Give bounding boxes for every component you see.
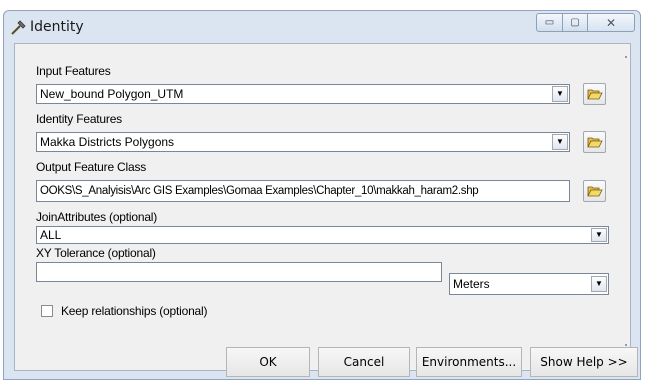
identity-features-value: Makka Districts Polygons: [40, 135, 175, 149]
ok-button-label: OK: [259, 355, 277, 369]
maximize-button[interactable]: ▢: [562, 13, 588, 32]
show-help-button-label: Show Help >>: [540, 355, 628, 369]
input-features-label: Input Features: [36, 64, 111, 78]
environments-button[interactable]: Environments...: [416, 347, 522, 377]
output-feature-class-label: Output Feature Class: [36, 160, 147, 174]
xy-tolerance-unit-value: Meters: [453, 277, 490, 291]
open-folder-icon: [586, 137, 603, 148]
input-features-combo[interactable]: New_bound Polygon_UTM ▼: [36, 84, 570, 104]
maximize-icon: ▢: [570, 17, 580, 28]
open-folder-icon: [586, 89, 603, 100]
chevron-down-icon[interactable]: ▼: [591, 228, 607, 242]
xy-tolerance-label: XY Tolerance (optional): [36, 246, 156, 260]
cancel-button[interactable]: Cancel: [318, 347, 410, 377]
close-icon: ✕: [605, 15, 617, 30]
open-folder-icon: [586, 186, 603, 197]
join-attributes-combo[interactable]: ALL ▼: [36, 226, 609, 244]
output-feature-class-input[interactable]: OOKS\S_Analyisis\Arc GIS Examples\Gomaa …: [36, 180, 570, 202]
output-feature-class-browse-button[interactable]: [583, 180, 606, 202]
close-button[interactable]: ✕: [587, 13, 635, 32]
xy-tolerance-input[interactable]: [36, 262, 442, 282]
input-features-value: New_bound Polygon_UTM: [40, 87, 184, 101]
identity-features-combo[interactable]: Makka Districts Polygons ▼: [36, 132, 570, 152]
title-bar[interactable]: Identity ▭ ▢ ✕: [4, 11, 640, 43]
keep-relationships-label: Keep relationships (optional): [61, 304, 208, 318]
hammer-icon: [10, 20, 28, 36]
chevron-down-icon[interactable]: ▼: [591, 276, 607, 292]
identity-dialog: Identity ▭ ▢ ✕ Input Features New_bound …: [3, 10, 641, 380]
join-attributes-value: ALL: [40, 228, 62, 242]
identity-features-label: Identity Features: [36, 112, 122, 126]
window-title: Identity: [30, 19, 84, 35]
scroll-up-marker: [625, 56, 627, 58]
minimize-icon: ▭: [544, 17, 555, 28]
scroll-down-marker: [625, 344, 627, 346]
parameters-panel: Input Features New_bound Polygon_UTM ▼ I…: [14, 43, 631, 371]
identity-features-browse-button[interactable]: [583, 131, 606, 153]
output-feature-class-value: OOKS\S_Analyisis\Arc GIS Examples\Gomaa …: [40, 185, 479, 197]
ok-button[interactable]: OK: [226, 347, 310, 377]
input-features-browse-button[interactable]: [583, 83, 606, 105]
join-attributes-label: JoinAttributes (optional): [36, 210, 158, 224]
minimize-button[interactable]: ▭: [536, 13, 563, 32]
show-help-button[interactable]: Show Help >>: [530, 347, 638, 377]
keep-relationships-checkbox[interactable]: [41, 305, 53, 317]
chevron-down-icon[interactable]: ▼: [552, 86, 568, 102]
chevron-down-icon[interactable]: ▼: [552, 134, 568, 150]
cancel-button-label: Cancel: [343, 355, 385, 369]
xy-tolerance-unit-combo[interactable]: Meters ▼: [449, 273, 609, 295]
environments-button-label: Environments...: [421, 355, 517, 369]
